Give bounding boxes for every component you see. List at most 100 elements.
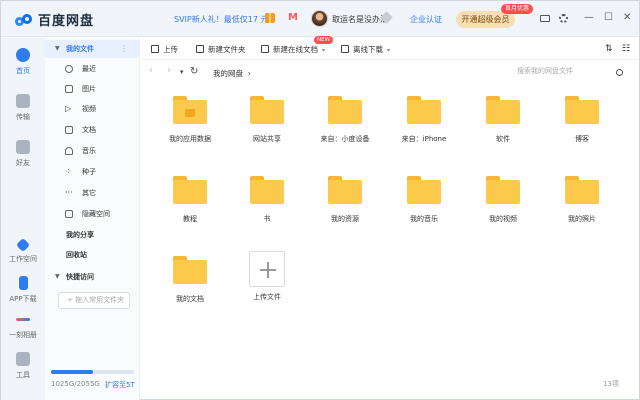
nav-album[interactable]: 一刻相册 bbox=[1, 312, 45, 340]
folder-icon bbox=[565, 96, 599, 124]
nav-workspace[interactable]: 工作空间 bbox=[1, 237, 45, 264]
app-window: 百度网盘 SVIP新人礼！最低仅17 元 M 取运名是没办法 企业认证 开通超级… bbox=[0, 0, 640, 400]
storage-quota-fill bbox=[51, 370, 93, 374]
sort-icon[interactable]: ⇅ bbox=[605, 44, 613, 54]
minimize-icon[interactable]: — bbox=[584, 12, 594, 23]
phone-icon bbox=[18, 276, 28, 290]
forward-arrow-icon[interactable]: › bbox=[167, 65, 171, 76]
svip-promo-link[interactable]: SVIP新人礼！最低仅17 元 bbox=[174, 14, 268, 25]
home-icon bbox=[16, 48, 30, 62]
sidebar-item-my-share[interactable]: 我的分享 bbox=[45, 226, 140, 244]
settings-icon[interactable] bbox=[559, 14, 568, 23]
storage-quota-bar bbox=[51, 370, 134, 374]
sidebar-item-recent[interactable]: 最近 bbox=[45, 60, 140, 78]
folder-item[interactable]: 我的文档 bbox=[151, 256, 229, 304]
enterprise-auth-link[interactable]: 企业认证 bbox=[410, 14, 442, 25]
cloud-logo-icon bbox=[15, 11, 33, 29]
sidebar-item-recycle-bin[interactable]: 回收站 bbox=[45, 246, 140, 264]
breadcrumb[interactable]: 我的网盘 › bbox=[213, 68, 251, 79]
left-nav: 首页 传输 好友 工作空间 APP下载 一刻相册 工具 bbox=[1, 38, 45, 400]
search-icon[interactable] bbox=[616, 69, 623, 76]
folder-icon bbox=[486, 176, 520, 204]
hidden-space-icon bbox=[65, 210, 73, 218]
folder-icon bbox=[173, 176, 207, 204]
folder-item[interactable]: 软件 bbox=[464, 96, 542, 144]
title-bar: 百度网盘 SVIP新人礼！最低仅17 元 M 取运名是没办法 企业认证 开通超级… bbox=[1, 1, 639, 37]
headphones-icon bbox=[65, 147, 73, 155]
expand-storage-link[interactable]: 扩容至5T bbox=[105, 380, 135, 390]
folder-item[interactable]: 书 bbox=[228, 176, 306, 224]
storage-quota-text: 1025G/2055G bbox=[51, 380, 100, 388]
tools-icon bbox=[16, 352, 30, 366]
upload-file-tile[interactable]: 上传文件 bbox=[228, 251, 306, 302]
first-month-badge: 首月优惠 bbox=[501, 4, 534, 14]
folder-item[interactable]: 我的应用数据 bbox=[151, 96, 229, 144]
m-brand-icon[interactable]: M bbox=[288, 12, 298, 23]
sidebar-item-videos[interactable]: ▷ 视频 bbox=[45, 100, 140, 118]
back-arrow-icon[interactable]: ‹ bbox=[149, 65, 153, 76]
sidebar-item-my-files[interactable]: ▼ 我的文件 ⋮ bbox=[45, 40, 140, 58]
address-bar: ‹ › ▾ ↻ 我的网盘 › 搜索我的网盘文件 bbox=[141, 61, 639, 83]
folder-item[interactable]: 来自：iPhone bbox=[385, 96, 463, 144]
folder-icon bbox=[173, 256, 207, 284]
offline-download-button[interactable]: 离线下载 ▾ bbox=[341, 44, 390, 55]
new-badge: NEW bbox=[314, 36, 334, 44]
folder-icon bbox=[250, 176, 284, 204]
folder-icon bbox=[407, 176, 441, 204]
search-input[interactable]: 搜索我的网盘文件 bbox=[511, 64, 629, 79]
chevron-down-icon: ▾ bbox=[387, 47, 391, 54]
folder-item[interactable]: 博客 bbox=[543, 96, 621, 144]
new-folder-icon bbox=[196, 45, 204, 53]
image-icon bbox=[65, 85, 73, 93]
sidebar-item-documents[interactable]: 文档 bbox=[45, 121, 140, 139]
sidebar-item-quick-access[interactable]: ▼ 快捷访问 bbox=[45, 268, 140, 286]
folder-item[interactable]: 我的音乐 bbox=[385, 176, 463, 224]
upload-button[interactable]: 上传 bbox=[151, 44, 178, 55]
folder-icon bbox=[565, 176, 599, 204]
folder-item[interactable]: 我的资源 bbox=[306, 176, 384, 224]
history-dropdown-icon[interactable]: ▾ bbox=[180, 68, 184, 76]
folder-item[interactable]: 网站共享 bbox=[228, 96, 306, 144]
nav-transfer[interactable]: 传输 bbox=[1, 94, 45, 122]
chevron-down-icon: ▼ bbox=[55, 45, 60, 52]
nav-home[interactable]: 首页 bbox=[1, 48, 45, 76]
nav-friends[interactable]: 好友 bbox=[1, 140, 45, 168]
new-folder-button[interactable]: 新建文件夹 bbox=[196, 44, 246, 55]
close-icon[interactable]: ✕ bbox=[623, 12, 631, 23]
sidebar-item-music[interactable]: 音乐 bbox=[45, 142, 140, 160]
folder-item[interactable]: 我的视频 bbox=[464, 176, 542, 224]
view-toggle-icon[interactable]: ☷ bbox=[622, 44, 630, 54]
username[interactable]: 取运名是没办法 bbox=[332, 14, 388, 25]
nav-tools[interactable]: 工具 bbox=[1, 352, 45, 380]
album-icon bbox=[16, 318, 30, 321]
avatar[interactable] bbox=[311, 10, 328, 27]
more-icon[interactable]: ⋮ bbox=[120, 40, 128, 58]
folder-item[interactable]: 教程 bbox=[151, 176, 229, 224]
folder-icon bbox=[328, 96, 362, 124]
app-logo: 百度网盘 bbox=[15, 10, 94, 29]
plus-icon bbox=[249, 251, 285, 287]
folder-icon bbox=[173, 96, 207, 124]
maximize-icon[interactable]: ☐ bbox=[604, 12, 613, 23]
workspace-icon bbox=[15, 237, 31, 253]
mail-icon[interactable] bbox=[540, 15, 550, 22]
toolbar: 上传 新建文件夹 新建在线文档 ▾ NEW 离线下载 ▾ ⇅ ☷ bbox=[141, 36, 639, 60]
seed-icon: ⁘ bbox=[65, 167, 72, 176]
item-count: 13项 bbox=[603, 380, 619, 388]
new-online-doc-button[interactable]: 新建在线文档 ▾ bbox=[261, 44, 325, 55]
transfer-icon bbox=[16, 94, 30, 108]
sidebar-item-hidden-space[interactable]: 隐藏空间 bbox=[45, 205, 140, 223]
sidebar-item-images[interactable]: 图片 bbox=[45, 80, 140, 98]
sidebar: ▼ 我的文件 ⋮ 最近 图片 ▷ 视频 文档 音乐 ⁘ 种子 ··· 其它 隐藏… bbox=[45, 38, 140, 400]
add-quick-access-button[interactable]: + 拖入常用文件夹 bbox=[58, 292, 130, 309]
refresh-icon[interactable]: ↻ bbox=[190, 66, 198, 77]
nav-app-download[interactable]: APP下载 bbox=[1, 276, 45, 304]
sidebar-item-other[interactable]: ··· 其它 bbox=[45, 184, 140, 202]
gift-icon[interactable] bbox=[265, 13, 275, 23]
folder-item[interactable]: 我的照片 bbox=[543, 176, 621, 224]
sidebar-item-seeds[interactable]: ⁘ 种子 bbox=[45, 163, 140, 181]
chevron-down-icon: ▼ bbox=[55, 273, 60, 280]
other-icon: ··· bbox=[65, 188, 73, 197]
online-doc-icon bbox=[261, 45, 269, 53]
folder-item[interactable]: 来自：小度设备 bbox=[306, 96, 384, 144]
